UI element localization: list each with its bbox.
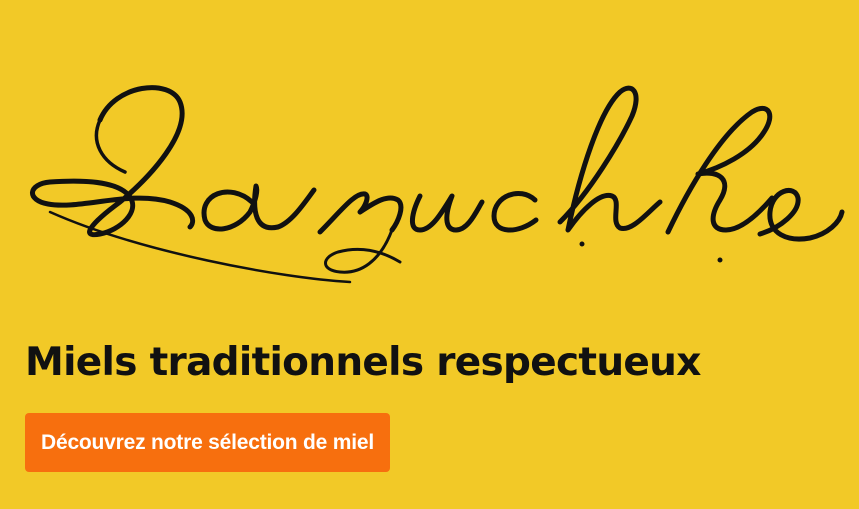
brand-logo [20,62,845,302]
script-wordmark-logo-icon [30,85,845,284]
hero-section: Miels traditionnels respectueux Découvre… [0,0,859,509]
hero-tagline: Miels traditionnels respectueux [25,340,701,385]
discover-honey-button[interactable]: Découvrez notre sélection de miel [25,413,391,472]
